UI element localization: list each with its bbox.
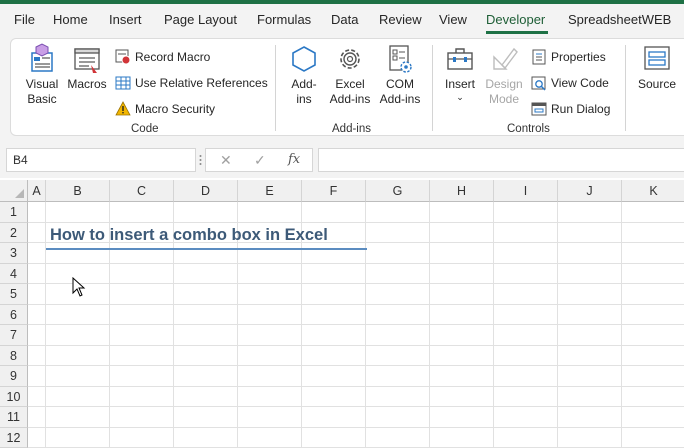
warning-icon	[115, 101, 131, 116]
enter-check-icon[interactable]: ✓	[254, 152, 266, 169]
design-mode-button[interactable]: Design Mode	[483, 43, 525, 107]
ribbon-tabs: File Home Insert Page Layout Formulas Da…	[0, 4, 684, 34]
tab-spreadsheetweb[interactable]: SpreadsheetWEB	[568, 12, 671, 27]
toolbox-icon	[447, 48, 473, 70]
row-header-9[interactable]: 9	[0, 366, 28, 387]
ribbon-panel: Visual Basic Macros Record Macro Use Rel…	[10, 38, 684, 136]
chevron-down-icon: ⌄	[456, 92, 464, 102]
relative-references-icon	[115, 76, 131, 90]
row-header-11[interactable]: 11	[0, 407, 28, 428]
gridline-vertical	[557, 202, 558, 448]
visual-basic-icon	[31, 43, 53, 72]
tab-page-layout[interactable]: Page Layout	[164, 12, 237, 27]
row-header-3[interactable]: 3	[0, 243, 28, 264]
column-header-j[interactable]: J	[558, 180, 622, 202]
column-header-a[interactable]: A	[28, 180, 46, 202]
gridline-horizontal	[28, 263, 684, 264]
row-header-2[interactable]: 2	[0, 223, 28, 243]
record-macro-icon	[115, 49, 131, 65]
tab-review[interactable]: Review	[379, 12, 422, 27]
properties-icon	[532, 49, 546, 65]
group-label-controls: Controls	[507, 123, 550, 135]
group-separator	[432, 45, 433, 131]
column-header-g[interactable]: G	[366, 180, 430, 202]
column-header-d[interactable]: D	[174, 180, 238, 202]
gridline-vertical	[365, 202, 366, 448]
group-separator	[625, 45, 626, 131]
mouse-pointer-icon	[72, 277, 86, 297]
name-box[interactable]: B4 ⌄	[6, 148, 196, 172]
row-header-12[interactable]: 12	[0, 428, 28, 448]
macros-icon	[74, 48, 100, 73]
worksheet-grid[interactable]: ABCDEFGHIJK 1 2 3 4 5 6 7 8 9 10 11 12 How to inser…	[0, 180, 684, 448]
tab-data[interactable]: Data	[331, 12, 358, 27]
gridline-vertical	[621, 202, 622, 448]
insert-controls-button[interactable]: Insert ⌄	[439, 43, 481, 102]
gridline-horizontal	[28, 324, 684, 325]
gridline-horizontal	[28, 345, 684, 346]
design-mode-icon	[493, 47, 518, 70]
tab-view[interactable]: View	[439, 12, 467, 27]
gridline-horizontal	[28, 304, 684, 305]
macros-button[interactable]: Macros	[66, 43, 108, 92]
gridline-horizontal	[28, 365, 684, 366]
gridline-horizontal	[28, 386, 684, 387]
com-add-ins-icon	[389, 45, 412, 73]
add-ins-icon	[292, 46, 316, 72]
sheet-title-cell[interactable]: How to insert a combo box in Excel	[50, 226, 328, 245]
add-ins-button[interactable]: Add- ins	[283, 43, 325, 107]
cancel-icon[interactable]: ✕	[220, 152, 232, 169]
gridline-horizontal	[28, 406, 684, 407]
column-header-f[interactable]: F	[302, 180, 366, 202]
row-header-4[interactable]: 4	[0, 264, 28, 284]
group-label-add-ins: Add-ins	[332, 123, 371, 135]
gear-icon	[340, 49, 360, 69]
tab-developer[interactable]: Developer	[486, 12, 545, 27]
column-header-b[interactable]: B	[46, 180, 110, 202]
gridline-horizontal	[28, 427, 684, 428]
row-header-6[interactable]: 6	[0, 305, 28, 325]
xml-source-icon	[644, 46, 670, 70]
formula-bar: B4 ⌄ ✕ ✓ fx	[0, 144, 684, 178]
gridline-vertical	[429, 202, 430, 448]
formula-input[interactable]	[318, 148, 684, 172]
column-header-e[interactable]: E	[238, 180, 302, 202]
row-header-7[interactable]: 7	[0, 325, 28, 346]
title-underline	[46, 248, 367, 250]
formula-buttons: ✕ ✓ fx	[205, 148, 313, 172]
tab-insert[interactable]: Insert	[109, 12, 142, 27]
run-dialog-icon	[531, 102, 547, 116]
gridline-horizontal	[28, 222, 684, 223]
column-header-c[interactable]: C	[110, 180, 174, 202]
group-separator	[275, 45, 276, 131]
visual-basic-button[interactable]: Visual Basic	[17, 43, 67, 107]
gridline-vertical	[45, 202, 46, 448]
gridline-vertical	[493, 202, 494, 448]
com-add-ins-button[interactable]: COM Add-ins	[375, 43, 425, 107]
row-header-5[interactable]: 5	[0, 284, 28, 305]
group-label-code: Code	[131, 123, 159, 135]
column-header-k[interactable]: K	[622, 180, 684, 202]
row-header-8[interactable]: 8	[0, 346, 28, 366]
excel-add-ins-button[interactable]: Excel Add-ins	[325, 43, 375, 107]
splitter-handle-icon[interactable]	[199, 154, 202, 166]
view-code-icon	[531, 76, 546, 91]
select-all-corner[interactable]	[0, 180, 28, 202]
tab-file[interactable]: File	[14, 12, 35, 27]
column-header-i[interactable]: I	[494, 180, 558, 202]
source-button[interactable]: Source	[633, 43, 681, 92]
ribbon: Visual Basic Macros Record Macro Use Rel…	[0, 34, 684, 144]
column-header-h[interactable]: H	[430, 180, 494, 202]
row-header-10[interactable]: 10	[0, 387, 28, 407]
tab-home[interactable]: Home	[53, 12, 88, 27]
row-header-1[interactable]: 1	[0, 202, 28, 223]
tab-formulas[interactable]: Formulas	[257, 12, 311, 27]
chevron-down-icon[interactable]: ⌄	[13, 152, 189, 163]
gridline-horizontal	[28, 283, 684, 284]
insert-function-icon[interactable]: fx	[288, 152, 300, 167]
